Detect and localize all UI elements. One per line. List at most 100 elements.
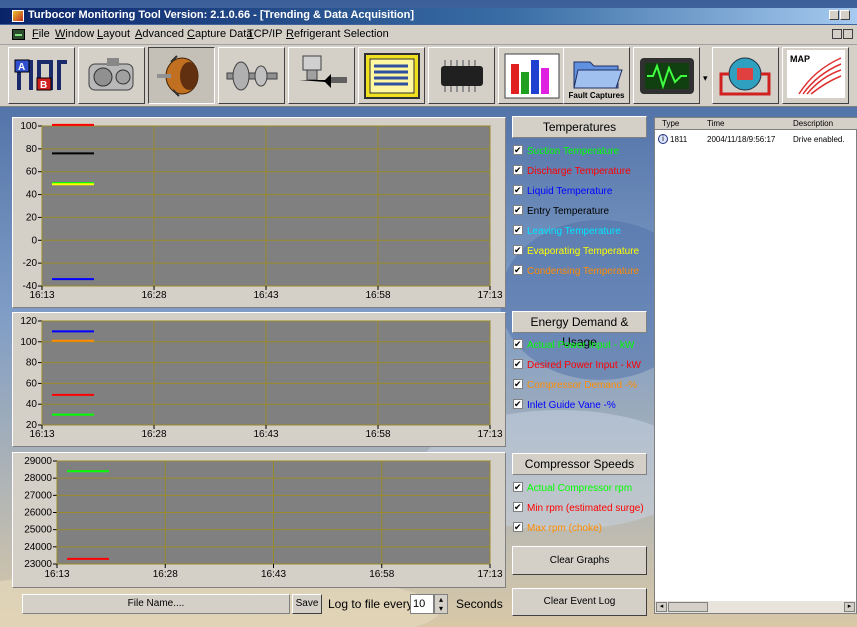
energy-graph-panel: 120 100 80 60 40 20 16:13 16:28 16:43 16:58 17:13 (12, 312, 506, 447)
legend-checkbox[interactable] (513, 338, 523, 350)
system-diagram-icon: A B (14, 59, 67, 91)
legend-label: Condensing Temperature (527, 266, 640, 277)
legend-checkbox[interactable] (513, 204, 523, 216)
legend-checkbox[interactable] (513, 521, 523, 533)
minimize-button[interactable] (829, 10, 839, 20)
legend-item-temperatures-0[interactable]: Suction Temperature (513, 144, 619, 159)
legend-item-speeds-0[interactable]: Actual Compressor rpm (513, 481, 633, 496)
event-log-list[interactable]: Type Time Description i 1811 2004/11/18/… (654, 117, 857, 614)
legend-item-speeds-2[interactable]: Max rpm (choke) (513, 521, 602, 536)
horizontal-scrollbar[interactable]: ◂ ▸ (655, 600, 856, 613)
legend-checkbox[interactable] (513, 224, 523, 236)
clear-graphs-button[interactable]: Clear Graphs (512, 546, 647, 575)
compressor-button[interactable] (78, 47, 145, 104)
data-panel-button[interactable] (358, 47, 425, 104)
map-label: MAP (790, 54, 810, 64)
legend-label: Actual Compressor rpm (527, 483, 633, 494)
app-icon (12, 10, 24, 22)
fault-captures-label: Fault Captures (568, 91, 625, 100)
event-type: 1811 (670, 135, 688, 144)
x-tick-label: 16:58 (365, 429, 390, 440)
menu-refrigerant-selection[interactable]: Refrigerant Selection (286, 28, 389, 40)
legend-item-energy-0[interactable]: Actual Power Input - kW (513, 338, 635, 353)
chip-button[interactable] (428, 47, 495, 104)
menu-capture-data[interactable]: Capture Data (187, 28, 252, 40)
legend-item-temperatures-1[interactable]: Discharge Temperature (513, 164, 631, 179)
system-diagram-button[interactable]: A B (8, 47, 75, 104)
svg-text:B: B (40, 80, 47, 91)
y-tick-label: 24000 (24, 542, 52, 553)
legend-label: Inlet Guide Vane -% (527, 400, 616, 411)
menu-bar: File Window Layout Advanced Capture Data… (0, 25, 857, 45)
maximize-button[interactable] (840, 10, 850, 20)
legend-item-temperatures-3[interactable]: Entry Temperature (513, 204, 609, 219)
legend-item-temperatures-4[interactable]: Leaving Temperature (513, 224, 621, 239)
legend-checkbox[interactable] (513, 398, 523, 410)
legend-checkbox[interactable] (513, 358, 523, 370)
legend-item-temperatures-2[interactable]: Liquid Temperature (513, 184, 613, 199)
info-icon: i (658, 134, 668, 144)
column-type[interactable]: Type (662, 119, 679, 128)
legend-checkbox[interactable] (513, 244, 523, 256)
x-tick-label: 16:43 (261, 569, 286, 580)
child-window-icon[interactable] (12, 29, 25, 40)
legend-item-energy-1[interactable]: Desired Power Input - kW (513, 358, 641, 373)
legend-checkbox[interactable] (513, 501, 523, 513)
save-button[interactable]: Save (292, 594, 322, 614)
bar-chart-button[interactable] (498, 47, 565, 104)
file-name-field[interactable]: File Name.... (22, 594, 290, 614)
bearing-shaft-icon (226, 61, 277, 90)
column-time[interactable]: Time (707, 119, 724, 128)
legend-checkbox[interactable] (513, 264, 523, 276)
log-interval-unit: Seconds (456, 597, 503, 611)
legend-checkbox[interactable] (513, 378, 523, 390)
legend-label: Discharge Temperature (527, 166, 631, 177)
legend-checkbox[interactable] (513, 144, 523, 156)
window-title: Turbocor Monitoring Tool Version: 2.1.0.… (28, 9, 415, 21)
y-tick-label: 40 (26, 399, 38, 410)
legend-checkbox[interactable] (513, 481, 523, 493)
legend-item-energy-2[interactable]: Compressor Demand -% (513, 378, 637, 393)
log-interval-input[interactable]: 10 (410, 594, 434, 614)
title-bar: Turbocor Monitoring Tool Version: 2.1.0.… (0, 8, 857, 24)
chip-icon (440, 59, 483, 92)
log-interval-spinner[interactable]: ▴ ▾ (434, 594, 448, 614)
scroll-right-arrow[interactable]: ▸ (844, 602, 855, 612)
clear-event-log-button[interactable]: Clear Event Log (512, 588, 647, 616)
legend-label: Evaporating Temperature (527, 246, 640, 257)
scroll-thumb[interactable] (668, 602, 708, 612)
event-log-row[interactable]: i 1811 2004/11/18/9:56:17 Drive enabled. (655, 132, 857, 146)
legend-item-energy-3[interactable]: Inlet Guide Vane -% (513, 398, 616, 413)
motor-rotor-button[interactable] (148, 47, 215, 104)
legend-item-temperatures-5[interactable]: Evaporating Temperature (513, 244, 640, 259)
legend-checkbox[interactable] (513, 164, 523, 176)
y-tick-label: 0 (31, 235, 37, 246)
x-tick-label: 16:28 (141, 429, 166, 440)
fault-captures-button[interactable]: Fault Captures (563, 47, 630, 104)
valve-actuator-button[interactable] (288, 47, 355, 104)
bearing-shaft-button[interactable] (218, 47, 285, 104)
legend-label: Actual Power Input - kW (527, 340, 635, 351)
y-tick-label: 80 (26, 144, 38, 155)
menu-file[interactable]: File (32, 28, 50, 40)
legend-label: Liquid Temperature (527, 186, 613, 197)
refrigeration-circuit-button[interactable] (712, 47, 779, 104)
column-description[interactable]: Description (793, 119, 833, 128)
legend-checkbox[interactable] (513, 184, 523, 196)
y-tick-label: 25000 (24, 525, 52, 536)
dropdown-arrow-icon[interactable]: ▾ (703, 73, 708, 84)
legend-item-speeds-1[interactable]: Min rpm (estimated surge) (513, 501, 644, 516)
child-restore-button[interactable] (843, 29, 853, 39)
legend-item-temperatures-6[interactable]: Condensing Temperature (513, 264, 640, 279)
menu-window[interactable]: Window (55, 28, 94, 40)
refrigeration-circuit-icon (719, 57, 770, 95)
temperatures-legend-header: Temperatures (512, 116, 647, 138)
scroll-left-arrow[interactable]: ◂ (656, 602, 667, 612)
child-minimize-button[interactable] (832, 29, 842, 39)
oscilloscope-button[interactable] (633, 47, 700, 104)
x-tick-label: 16:58 (365, 290, 390, 301)
compressor-map-button[interactable]: MAP (782, 47, 849, 104)
menu-advanced[interactable]: Advanced (135, 28, 184, 40)
menu-tcpip[interactable]: TCP/IP (247, 28, 282, 40)
menu-layout[interactable]: Layout (97, 28, 130, 40)
